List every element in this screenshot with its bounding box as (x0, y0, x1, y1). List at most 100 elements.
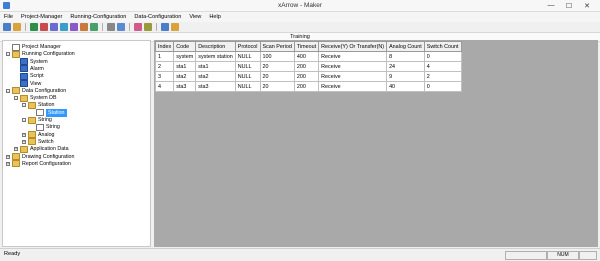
menu-running-configuration[interactable]: Running-Configuration (66, 14, 130, 20)
xarrow-icon[interactable] (80, 23, 88, 31)
table-cell[interactable]: sta2 (195, 71, 236, 82)
maximize-button[interactable]: ☐ (560, 1, 578, 10)
toolbar-separator (102, 23, 103, 31)
table-cell[interactable]: 0 (423, 51, 462, 62)
help-icon[interactable] (171, 23, 179, 31)
table-cell[interactable]: sta2 (173, 71, 197, 82)
table-cell[interactable]: sta1 (173, 61, 197, 72)
run-icon[interactable] (90, 23, 98, 31)
menu-file[interactable]: File (0, 14, 17, 20)
table-cell[interactable]: 2 (423, 71, 462, 82)
expand-icon[interactable]: + (6, 161, 10, 166)
tree-node-label: Report Configuration (22, 160, 71, 167)
table-cell[interactable]: 200 (293, 71, 320, 82)
table-cell[interactable]: 9 (386, 71, 425, 82)
station-table: Index Code Description Protocol Scan Period T… (154, 41, 462, 92)
table-cell[interactable]: 24 (386, 61, 425, 72)
expand-icon[interactable]: + (14, 147, 18, 152)
tree-node[interactable]: + Report Configuration (6, 160, 71, 168)
table-row[interactable]: 2 sta1 sta1 NULL 20 200 Receive 24 4 (154, 61, 462, 72)
project-tree[interactable]: Project Manager - Running Configuration Sys… (2, 40, 151, 247)
table-row[interactable]: 4 sta3 sta3 NULL 20 200 Receive 40 0 (154, 81, 462, 92)
collapse-icon[interactable]: - (14, 96, 18, 101)
collapse-icon[interactable]: - (6, 52, 10, 57)
expand-icon[interactable]: + (6, 154, 10, 159)
table-cell[interactable]: 20 (259, 61, 295, 72)
close-button[interactable]: ✕ (578, 1, 596, 10)
column-header[interactable]: Description (195, 41, 236, 52)
display-icon[interactable] (30, 23, 38, 31)
menu-project-manager[interactable]: Project-Manager (17, 14, 66, 20)
table-cell[interactable]: Receive (318, 81, 388, 92)
new-icon[interactable] (3, 23, 11, 31)
data-icon[interactable] (70, 23, 78, 31)
collapse-icon[interactable]: - (6, 88, 10, 93)
table-cell[interactable]: NULL (234, 81, 261, 92)
grid-icon[interactable] (134, 23, 142, 31)
num-lock-indicator: NUM (547, 251, 579, 260)
toolbar-separator (156, 23, 157, 31)
toolbar (0, 22, 600, 33)
table-cell[interactable]: sta3 (195, 81, 236, 92)
table-cell[interactable]: 200 (293, 81, 320, 92)
data-grid-area: Index Code Description Protocol Scan Period T… (154, 40, 598, 247)
expand-icon[interactable]: + (22, 139, 26, 144)
open-icon[interactable] (13, 23, 21, 31)
play-icon[interactable] (107, 23, 115, 31)
pause-icon[interactable] (117, 23, 125, 31)
column-header[interactable]: Timeout (293, 41, 320, 52)
status-text: Ready (4, 251, 21, 257)
table-cell[interactable]: 2 (154, 61, 175, 72)
table-row[interactable]: 3 sta2 sta2 NULL 20 200 Receive 9 2 (154, 71, 462, 82)
table-cell[interactable]: sta3 (173, 81, 197, 92)
table-cell[interactable]: system station (195, 51, 236, 62)
status-bar: Ready NUM (0, 248, 600, 261)
collapse-icon[interactable]: - (22, 118, 26, 122)
menu-data-configuration[interactable]: Data-Configuration (130, 14, 185, 20)
menu-view[interactable]: View (185, 14, 205, 20)
column-header[interactable]: Protocol (234, 41, 261, 52)
script-icon[interactable] (50, 23, 58, 31)
table-cell[interactable]: 4 (423, 61, 462, 72)
table-cell[interactable]: 200 (293, 61, 320, 72)
menu-help[interactable]: Help (205, 14, 225, 20)
table-cell[interactable]: Receive (318, 61, 388, 72)
table-cell[interactable]: Receive (318, 71, 388, 82)
view-icon[interactable] (60, 23, 68, 31)
config-icon[interactable] (161, 23, 169, 31)
table-cell[interactable]: 100 (259, 51, 295, 62)
table-cell[interactable]: system (173, 51, 197, 62)
table-cell[interactable]: 1 (154, 51, 175, 62)
table-cell[interactable]: 20 (259, 81, 295, 92)
table-cell[interactable]: NULL (234, 51, 261, 62)
expand-icon[interactable]: + (22, 132, 26, 137)
table-cell[interactable]: 3 (154, 71, 175, 82)
alarm-icon[interactable] (40, 23, 48, 31)
table-cell[interactable]: sta1 (195, 61, 236, 72)
collapse-icon[interactable]: - (22, 103, 26, 108)
table-cell[interactable]: 400 (293, 51, 320, 62)
status-pane-blank (579, 251, 597, 260)
table-header-row: Index Code Description Protocol Scan Period T… (154, 41, 462, 52)
column-header[interactable]: Code (173, 41, 197, 52)
column-header[interactable]: Index (154, 41, 175, 52)
table-cell[interactable]: 20 (259, 71, 295, 82)
table-cell[interactable]: NULL (234, 71, 261, 82)
table-cell[interactable]: 4 (154, 81, 175, 92)
table-cell[interactable]: 0 (423, 81, 462, 92)
title-bar: xArrow - Maker — ☐ ✕ (0, 0, 600, 12)
table-cell[interactable]: NULL (234, 61, 261, 72)
window-title: xArrow - Maker (277, 2, 323, 9)
column-header[interactable]: Scan Period (259, 41, 295, 52)
toolbar-separator (129, 23, 130, 31)
table-row[interactable]: 1 system system station NULL 100 400 Receive 8 0 (154, 51, 462, 62)
minimize-button[interactable]: — (542, 1, 560, 10)
table-cell[interactable]: 40 (386, 81, 425, 92)
column-header[interactable]: Analog Count (386, 41, 425, 52)
table-cell[interactable]: Receive (318, 51, 388, 62)
window-icon[interactable] (144, 23, 152, 31)
column-header[interactable]: Switch Count (423, 41, 462, 52)
table-cell[interactable]: 8 (386, 51, 425, 62)
status-pane-empty (505, 251, 547, 260)
column-header[interactable]: Receive(Y) Or Transfer(N) (318, 41, 388, 52)
